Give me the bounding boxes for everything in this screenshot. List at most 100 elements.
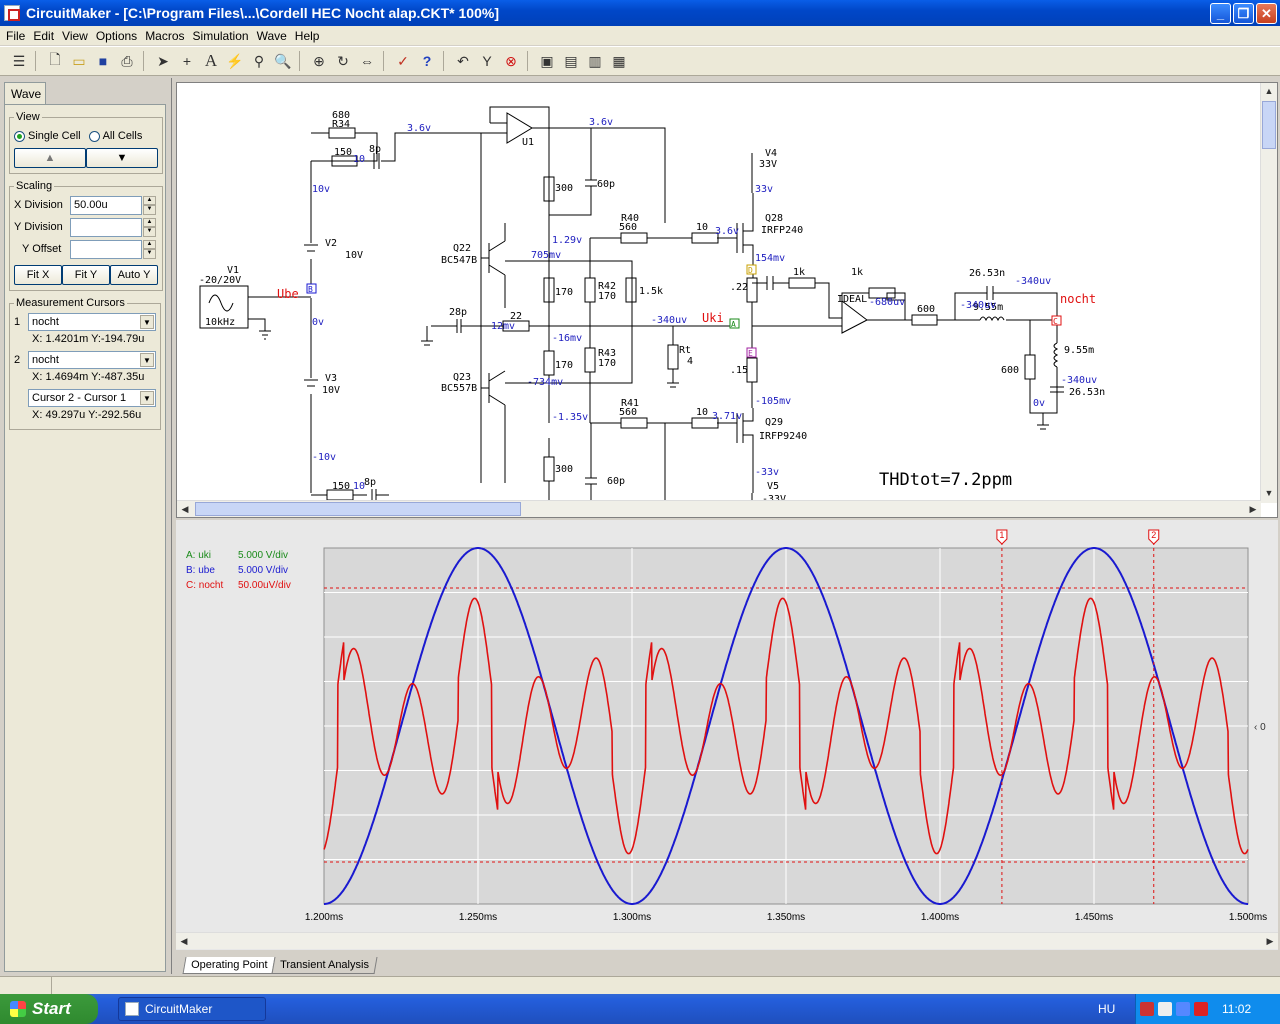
wire-tool-icon[interactable]: + [176, 50, 198, 72]
label-l955b: 9.55m [1064, 345, 1094, 356]
probe-tool-icon[interactable]: ⚡ [224, 50, 246, 72]
waveform-horizontal-scrollbar[interactable]: ◀ ▶ [176, 932, 1278, 949]
arrow-tool-icon[interactable]: ➤ [152, 50, 174, 72]
toolbar-separator [527, 51, 533, 71]
probe2-tool-icon[interactable]: ⚲ [248, 50, 270, 72]
scroll-up-arrow-icon[interactable]: ▲ [1261, 83, 1277, 99]
scroll-thumb[interactable] [1262, 101, 1276, 149]
label-q23-type: BC557B [441, 383, 477, 394]
x-division-input[interactable]: 50.00u [70, 195, 142, 215]
trace-icon[interactable]: Y [476, 50, 498, 72]
label-v3-value: 10V [322, 385, 340, 396]
fit-x-button[interactable]: Fit X [14, 265, 62, 285]
waveform-chart[interactable]: A: uki 5.000 V/div B: ube 5.000 V/div C: noc… [176, 520, 1278, 932]
menu-wave[interactable]: Wave [253, 29, 291, 43]
taskbar-item-circuitmaker[interactable]: CircuitMaker [118, 997, 266, 1021]
menu-simulation[interactable]: Simulation [189, 29, 253, 43]
start-button[interactable]: Start [0, 994, 98, 1024]
label-v1-frequency: 10kHz [205, 317, 235, 328]
thd-label: THDtot=7.2ppm [879, 470, 1012, 490]
fit-y-button[interactable]: Fit Y [62, 265, 110, 285]
app-icon[interactable] [4, 5, 20, 21]
x-division-label: X Division [14, 199, 63, 211]
check-icon[interactable]: ✓ [392, 50, 414, 72]
analysis-icon[interactable]: ▥ [584, 50, 606, 72]
text-tool-icon[interactable]: A [200, 50, 222, 72]
label-r600a: 600 [917, 304, 935, 315]
label-q28: Q28 [765, 213, 783, 224]
stop-icon[interactable]: ⊗ [500, 50, 522, 72]
run-icon[interactable]: ▣ [536, 50, 558, 72]
single-cell-radio[interactable] [14, 130, 25, 142]
chevron-down-icon[interactable]: ▼ [140, 391, 154, 405]
help-icon[interactable]: ? [416, 50, 438, 72]
cursor-diff-select[interactable]: Cursor 2 - Cursor 1 ▼ [28, 389, 156, 407]
all-cells-radio[interactable] [88, 130, 100, 142]
bluetooth-icon[interactable] [1194, 1002, 1208, 1016]
menu-file[interactable]: File [2, 29, 29, 43]
label-r150b: 150 [332, 481, 350, 492]
chevron-down-icon[interactable]: ▼ [140, 353, 154, 367]
zoom-icon[interactable]: 🔍 [272, 50, 294, 72]
cursor1-select[interactable]: nocht ▼ [28, 313, 156, 331]
cell-down-button[interactable]: ▼ [86, 148, 158, 168]
tab-operating-point[interactable]: Operating Point [182, 957, 276, 974]
y-offset-spinner[interactable]: ▲ ▼ [143, 239, 156, 259]
toolbar-separator [383, 51, 389, 71]
cell-up-button[interactable]: ▲ [14, 148, 86, 168]
panel-toggle-icon[interactable]: ☰ [8, 50, 30, 72]
tab-wave[interactable]: Wave [4, 82, 46, 104]
menu-options[interactable]: Options [92, 29, 141, 43]
schematic-horizontal-scrollbar[interactable]: ◀ ▶ [177, 500, 1261, 517]
scroll-left-arrow-icon[interactable]: ◀ [177, 501, 193, 517]
language-indicator[interactable]: HU [1098, 994, 1115, 1024]
new-file-icon[interactable]: 🗋 [44, 50, 66, 72]
chevron-down-icon[interactable]: ▼ [140, 315, 154, 329]
scroll-right-arrow-icon[interactable]: ▶ [1262, 933, 1278, 949]
menu-help[interactable]: Help [291, 29, 324, 43]
rotate-icon[interactable]: ↻ [332, 50, 354, 72]
menu-view[interactable]: View [58, 29, 92, 43]
scroll-left-arrow-icon[interactable]: ◀ [176, 933, 192, 949]
auto-y-button[interactable]: Auto Y [110, 265, 158, 285]
y-offset-input[interactable] [70, 239, 142, 259]
restore-button[interactable]: ❐ [1233, 3, 1254, 24]
node-v12: 12mv [491, 321, 515, 332]
scroll-down-arrow-icon[interactable]: ▼ [1261, 485, 1277, 501]
close-button[interactable]: ✕ [1256, 3, 1277, 24]
x-division-spinner[interactable]: ▲ ▼ [143, 195, 156, 215]
node-vm16: -16mv [552, 333, 582, 344]
label-r10c: 10 [696, 222, 708, 233]
open-file-icon[interactable]: ▭ [68, 50, 90, 72]
node-vm33: -33v [755, 467, 779, 478]
menu-edit[interactable]: Edit [29, 29, 58, 43]
minimize-button[interactable]: _ [1210, 3, 1231, 24]
schematic-canvas[interactable]: B A D E C 680 R34 150 8p 10V V2 V1 -20/2… [177, 83, 1261, 502]
label-c2653a: 26.53n [969, 268, 1005, 279]
scroll-thumb[interactable] [195, 502, 521, 516]
y-division-input[interactable] [70, 217, 142, 237]
mirror-icon[interactable]: ⇔ [356, 50, 378, 72]
label-r42-value: 170 [598, 291, 616, 302]
zoom-area-icon[interactable]: ⊕ [308, 50, 330, 72]
security-icon[interactable] [1140, 1002, 1154, 1016]
probe-label-e: E [748, 349, 753, 358]
step-icon[interactable]: ▤ [560, 50, 582, 72]
y-division-spinner[interactable]: ▲ ▼ [143, 217, 156, 237]
waveform-view[interactable]: A: uki 5.000 V/div B: ube 5.000 V/div C: noc… [176, 520, 1278, 950]
cursor2-select[interactable]: nocht ▼ [28, 351, 156, 369]
save-icon[interactable]: ■ [92, 50, 114, 72]
undo-icon[interactable]: ↶ [452, 50, 474, 72]
menu-macros[interactable]: Macros [141, 29, 188, 43]
cursor1-value: nocht [32, 316, 59, 328]
tab-transient-analysis[interactable]: Transient Analysis [271, 957, 378, 974]
print-icon[interactable]: ⎙ [116, 50, 138, 72]
volume-icon[interactable] [1158, 1002, 1172, 1016]
schematic-view[interactable]: B A D E C 680 R34 150 8p 10V V2 V1 -20/2… [176, 82, 1278, 518]
wave-icon[interactable]: ▦ [608, 50, 630, 72]
scroll-right-arrow-icon[interactable]: ▶ [1245, 501, 1261, 517]
view-group: View Single Cell All Cells ▲ ▼ [9, 111, 163, 174]
taskbar: Start CircuitMaker HU 11:02 [0, 994, 1280, 1024]
network-icon[interactable] [1176, 1002, 1190, 1016]
schematic-vertical-scrollbar[interactable]: ▲ ▼ [1260, 83, 1277, 503]
